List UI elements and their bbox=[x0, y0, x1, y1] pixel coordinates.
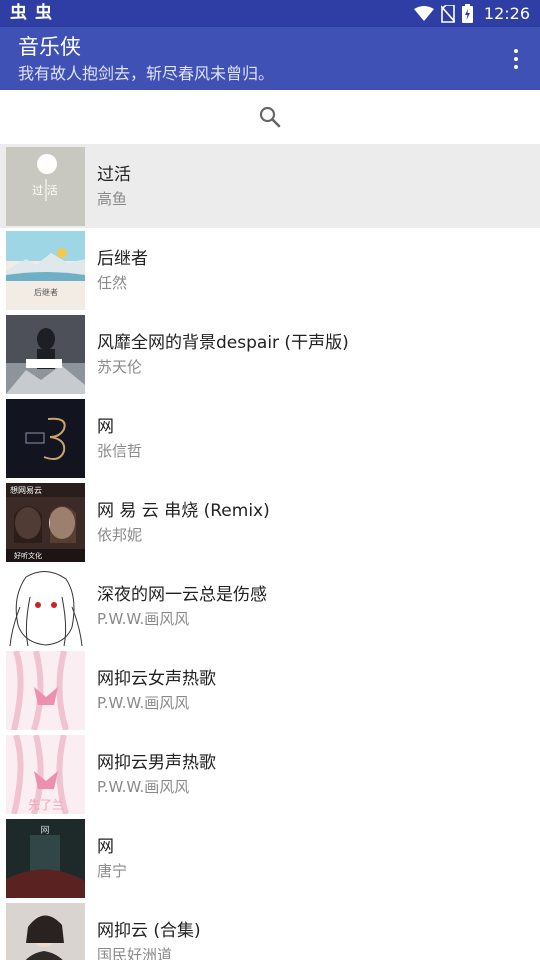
song-title: 网抑云 (合集) bbox=[97, 921, 201, 941]
status-time: 12:26 bbox=[483, 4, 530, 23]
overflow-menu-icon[interactable] bbox=[504, 44, 528, 74]
cover-text: 先了兰 bbox=[28, 798, 64, 812]
song-title: 网抑云女声热歌 bbox=[97, 669, 216, 689]
cover-text: 想网易云 bbox=[10, 485, 42, 495]
song-title: 风靡全网的背景despair (干声版) bbox=[97, 333, 349, 353]
album-cover: 先了兰 bbox=[6, 735, 85, 814]
song-item[interactable]: 过 活 过活 高鱼 bbox=[0, 144, 540, 228]
song-title: 网抑云男声热歌 bbox=[97, 753, 216, 773]
song-artist: 张信哲 bbox=[97, 442, 143, 460]
song-artist: 国民好洲道 bbox=[97, 946, 173, 960]
wifi-icon bbox=[413, 5, 434, 21]
cover-text: 网 bbox=[40, 825, 49, 836]
status-right-icons: 12:26 bbox=[413, 4, 530, 23]
album-cover bbox=[6, 567, 85, 646]
album-cover bbox=[6, 399, 85, 478]
status-left-icons: 虫 虫 bbox=[10, 5, 52, 22]
cover-text: 过 活 bbox=[32, 184, 58, 197]
album-cover: 网 bbox=[6, 819, 85, 898]
song-artist: 任然 bbox=[97, 274, 128, 292]
album-cover: 想网易云 好听文化 bbox=[6, 483, 85, 562]
song-item[interactable]: 先了兰 网抑云男声热歌 P.W.W.画风风 bbox=[0, 732, 540, 816]
song-artist: 唐宁 bbox=[97, 862, 128, 880]
app-title: 音乐侠 bbox=[18, 35, 81, 59]
song-title: 深夜的网一云总是伤感 bbox=[97, 585, 267, 605]
song-list: 过 活 过活 高鱼 后继者 后继者 任然 风靡全网的背景despair (干声版… bbox=[0, 144, 540, 960]
song-item[interactable]: 网 张信哲 bbox=[0, 396, 540, 480]
song-title: 网 易 云 串烧 (Remix) bbox=[97, 501, 270, 521]
song-artist: P.W.W.画风风 bbox=[97, 778, 190, 796]
song-item[interactable]: 网抑云 (合集) 国民好洲道 bbox=[0, 900, 540, 960]
song-title: 网 bbox=[97, 837, 114, 857]
album-cover: 后继者 bbox=[6, 231, 85, 310]
song-item[interactable]: 风靡全网的背景despair (干声版) 苏天伦 bbox=[0, 312, 540, 396]
song-artist: 依邦妮 bbox=[97, 526, 143, 544]
song-item[interactable]: 深夜的网一云总是伤感 P.W.W.画风风 bbox=[0, 564, 540, 648]
album-cover bbox=[6, 651, 85, 730]
app-bar: 音乐侠 我有故人抱剑去，斩尽春风未曾归。 bbox=[0, 27, 540, 90]
song-artist: 苏天伦 bbox=[97, 358, 143, 376]
album-cover bbox=[6, 903, 85, 960]
search-icon[interactable] bbox=[259, 106, 281, 128]
album-cover bbox=[6, 315, 85, 394]
song-title: 后继者 bbox=[97, 249, 148, 269]
song-item[interactable]: 网 网 唐宁 bbox=[0, 816, 540, 900]
app-subtitle: 我有故人抱剑去，斩尽春风未曾归。 bbox=[18, 64, 275, 83]
song-item[interactable]: 网抑云女声热歌 P.W.W.画风风 bbox=[0, 648, 540, 732]
song-title: 过活 bbox=[97, 165, 131, 185]
song-item[interactable]: 想网易云 好听文化 网 易 云 串烧 (Remix) 依邦妮 bbox=[0, 480, 540, 564]
album-cover: 过 活 bbox=[6, 147, 85, 226]
notification-icon: 虫 bbox=[10, 3, 27, 23]
battery-charging-icon bbox=[461, 4, 473, 23]
song-artist: 高鱼 bbox=[97, 190, 128, 208]
song-artist: P.W.W.画风风 bbox=[97, 694, 190, 712]
song-title: 网 bbox=[97, 417, 114, 437]
cover-text: 好听文化 bbox=[14, 551, 42, 560]
notification-icon: 虫 bbox=[35, 3, 52, 23]
no-sim-icon bbox=[440, 4, 455, 23]
status-bar: 虫 虫 12:26 bbox=[0, 0, 540, 27]
song-item[interactable]: 后继者 后继者 任然 bbox=[0, 228, 540, 312]
search-bar[interactable] bbox=[0, 90, 540, 144]
song-artist: P.W.W.画风风 bbox=[97, 610, 190, 628]
cover-text: 后继者 bbox=[34, 287, 58, 297]
